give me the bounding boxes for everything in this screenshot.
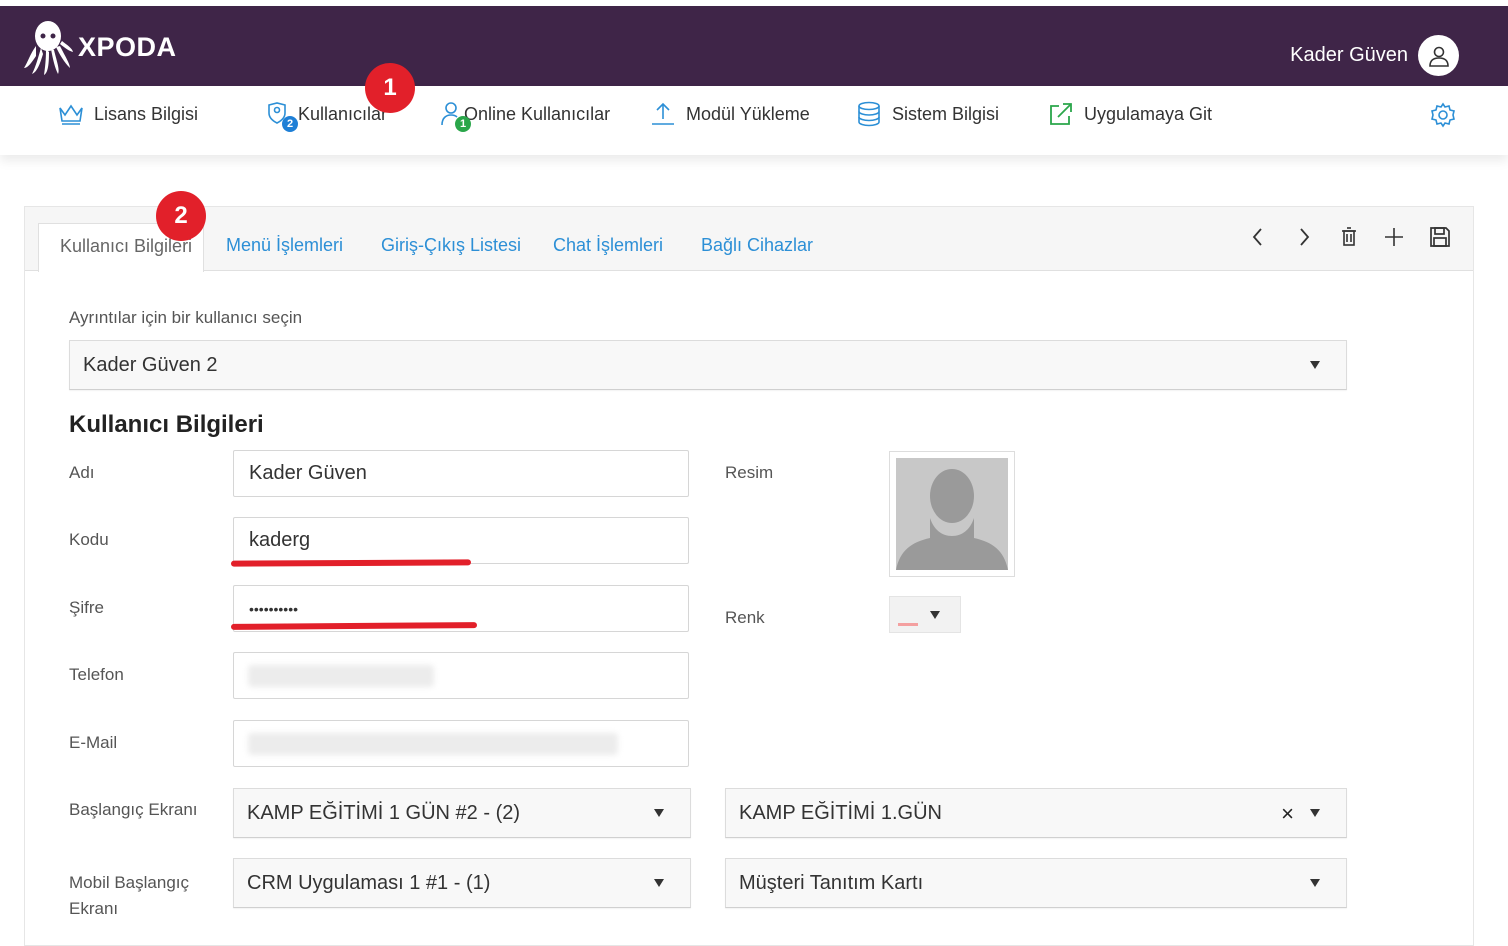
- email-label: E-Mail: [69, 733, 118, 752]
- caret-down-icon: [1310, 879, 1320, 887]
- nav-uygulamaya-git[interactable]: Uygulamaya Git: [1048, 102, 1212, 126]
- nav-lisans-bilgisi[interactable]: Lisans Bilgisi: [58, 102, 198, 126]
- plus-icon: [1385, 228, 1403, 246]
- brand-logo[interactable]: XPODA: [22, 18, 177, 76]
- chevron-left-icon: [1252, 228, 1262, 246]
- kodu-label: Kodu: [69, 530, 109, 549]
- kodu-input[interactable]: kaderg: [233, 517, 689, 564]
- previous-button[interactable]: [1250, 225, 1266, 254]
- resim-label: Resim: [725, 463, 774, 482]
- nav-label: Uygulamaya Git: [1084, 103, 1213, 124]
- callout-2: 2: [156, 191, 206, 241]
- tab-menu-islemleri[interactable]: Menü İşlemleri: [226, 235, 343, 256]
- top-navbar: Lisans Bilgisi 2 Kullanıcılar 1 Online K…: [0, 86, 1508, 155]
- nav-badge-online: 1: [455, 116, 471, 132]
- tab-giris-cikis-listesi[interactable]: Giriş-Çıkış Listesi: [381, 235, 521, 256]
- caret-down-icon: [930, 610, 940, 619]
- user-select-label: Ayrıntılar için bir kullanıcı seçin: [69, 308, 303, 327]
- settings-button[interactable]: [1430, 102, 1456, 133]
- color-picker[interactable]: [889, 596, 961, 633]
- user-select-value: Kader Güven 2: [83, 353, 218, 376]
- mobil-label-line2: Ekranı: [69, 899, 119, 918]
- app-header: XPODA Kader Güven: [0, 6, 1508, 86]
- callout-1: 1: [365, 63, 415, 113]
- caret-down-icon: [1310, 809, 1320, 817]
- adi-value: Kader Güven: [249, 462, 367, 484]
- caret-down-icon: [654, 879, 664, 887]
- baslangic-value-1: KAMP EĞİTİMİ 1 GÜN #2 - (2): [247, 801, 521, 824]
- color-swatch: [898, 623, 918, 626]
- chevron-right-icon: [1300, 228, 1310, 246]
- highlight-underline-kodu: [230, 559, 472, 567]
- nav-label: Sistem Bilgisi: [892, 103, 1000, 124]
- trash-icon: [1342, 227, 1356, 246]
- blurred-value: [248, 733, 618, 755]
- nav-modul-yukleme[interactable]: Modül Yükleme: [650, 102, 810, 126]
- mobil-select-1[interactable]: CRM Uygulaması 1 #1 - (1): [233, 858, 691, 908]
- avatar-placeholder: [896, 458, 1008, 570]
- caret-down-icon: [1310, 361, 1320, 369]
- baslangic-label: Başlangıç Ekranı: [69, 800, 198, 819]
- person-silhouette-icon: [896, 458, 1008, 570]
- mobil-value-2: Müşteri Tanıtım Kartı: [739, 871, 924, 894]
- nav-label: Online Kullanıcılar: [464, 103, 611, 124]
- mobil-label-line1: Mobil Başlangıç: [69, 873, 190, 892]
- baslangic-select-1[interactable]: KAMP EĞİTİMİ 1 GÜN #2 - (2): [233, 788, 691, 838]
- gear-icon: [1431, 102, 1455, 128]
- profile-photo[interactable]: [889, 451, 1015, 577]
- baslangic-value-2: KAMP EĞİTİMİ 1.GÜN: [739, 801, 942, 824]
- next-button[interactable]: [1296, 225, 1312, 254]
- tab-chat-islemleri[interactable]: Chat İşlemleri: [553, 235, 663, 256]
- nav-online-kullanicilar[interactable]: 1 Online Kullanıcılar: [440, 102, 611, 132]
- section-title: Kullanıcı Bilgileri: [69, 411, 264, 438]
- crown-icon: [59, 104, 83, 125]
- nav-label: Modül Yükleme: [686, 103, 810, 124]
- add-button[interactable]: [1383, 225, 1405, 254]
- clear-icon[interactable]: ×: [1281, 801, 1294, 827]
- renk-label: Renk: [725, 608, 765, 627]
- nav-label: Lisans Bilgisi: [94, 103, 199, 124]
- upload-icon: [652, 102, 674, 125]
- nav-kullanicilar[interactable]: 2 Kullanıcılar: [266, 102, 387, 132]
- brand-name: XPODA: [78, 31, 177, 62]
- nav-sistem-bilgisi[interactable]: Sistem Bilgisi: [856, 101, 1000, 127]
- nav-badge-kullanicilar: 2: [282, 116, 298, 132]
- octopus-icon: [24, 21, 73, 75]
- blurred-value: [248, 665, 434, 687]
- tab-bar: Kullanıcı Bilgileri Menü İşlemleri Giriş…: [25, 207, 1473, 272]
- caret-down-icon: [654, 809, 664, 817]
- header-user-name[interactable]: Kader Güven: [1290, 44, 1408, 67]
- delete-button[interactable]: [1340, 225, 1358, 254]
- adi-label: Adı: [69, 463, 95, 482]
- user-avatar[interactable]: [1418, 35, 1459, 76]
- sifre-value: ••••••••••: [249, 600, 299, 617]
- save-icon: [1430, 227, 1450, 247]
- database-icon: [858, 101, 880, 127]
- baslangic-select-2[interactable]: KAMP EĞİTİMİ 1.GÜN ×: [725, 788, 1347, 838]
- telefon-label: Telefon: [69, 665, 124, 684]
- user-panel: Kullanıcı Bilgileri Menü İşlemleri Giriş…: [24, 206, 1474, 946]
- user-icon: [1428, 46, 1449, 67]
- save-button[interactable]: [1429, 225, 1451, 254]
- mobil-label: Mobil Başlangıç Ekranı: [69, 870, 189, 922]
- mobil-value-1: CRM Uygulaması 1 #1 - (1): [247, 871, 491, 894]
- user-select[interactable]: Kader Güven 2: [69, 340, 1347, 390]
- tab-bagli-cihazlar[interactable]: Bağlı Cihazlar: [701, 235, 813, 256]
- kodu-value: kaderg: [249, 529, 311, 551]
- mobil-select-2[interactable]: Müşteri Tanıtım Kartı: [725, 858, 1347, 908]
- sifre-label: Şifre: [69, 598, 104, 617]
- email-input[interactable]: [233, 720, 689, 767]
- adi-input[interactable]: Kader Güven: [233, 450, 689, 497]
- external-link-icon: [1050, 103, 1072, 125]
- telefon-input[interactable]: [233, 652, 689, 699]
